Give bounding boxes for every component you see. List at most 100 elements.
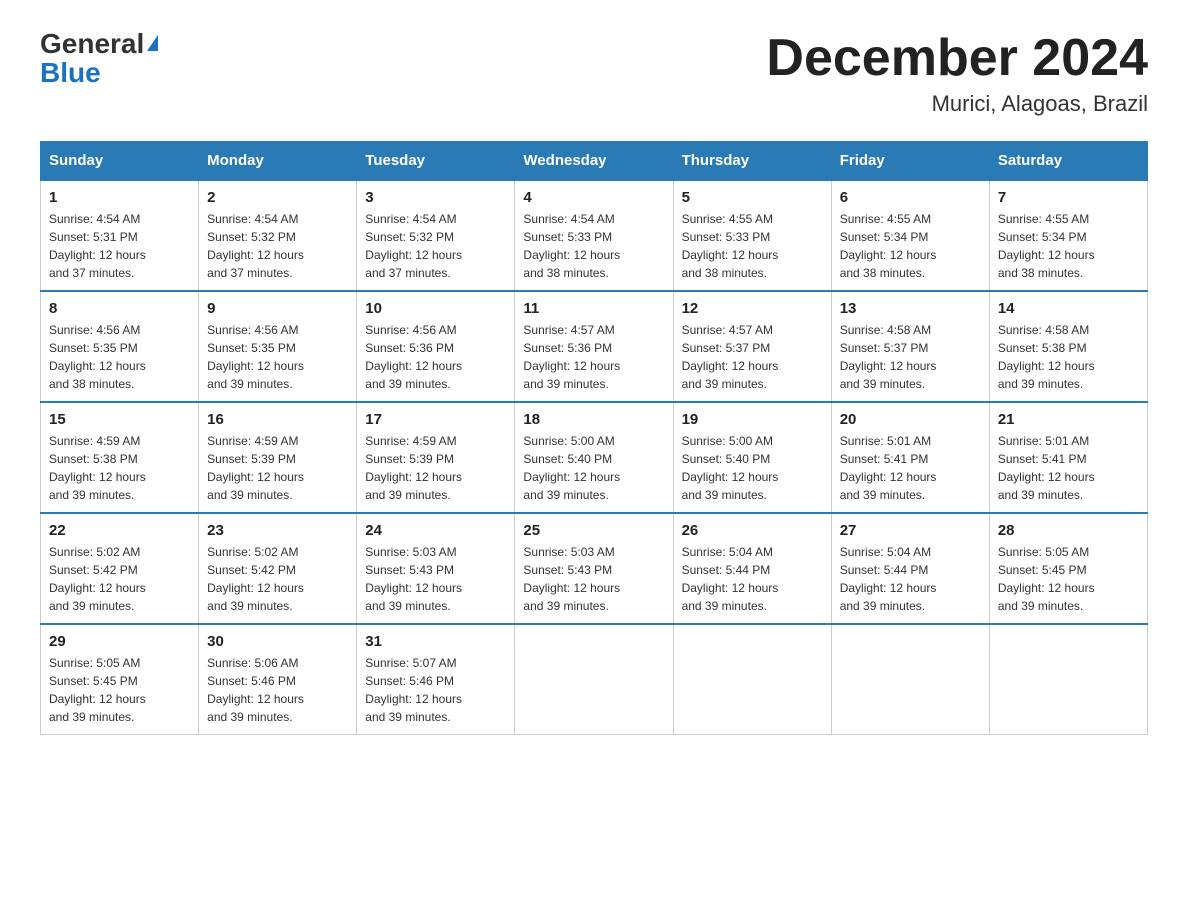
- day-info: Sunrise: 4:58 AM Sunset: 5:37 PM Dayligh…: [840, 321, 981, 393]
- day-number: 26: [682, 522, 823, 539]
- day-number: 4: [523, 189, 664, 206]
- table-row: 1 Sunrise: 4:54 AM Sunset: 5:31 PM Dayli…: [41, 180, 199, 291]
- day-info: Sunrise: 5:05 AM Sunset: 5:45 PM Dayligh…: [998, 543, 1139, 615]
- table-row: 5 Sunrise: 4:55 AM Sunset: 5:33 PM Dayli…: [673, 180, 831, 291]
- table-row: 27 Sunrise: 5:04 AM Sunset: 5:44 PM Dayl…: [831, 513, 989, 624]
- day-number: 27: [840, 522, 981, 539]
- table-row: 28 Sunrise: 5:05 AM Sunset: 5:45 PM Dayl…: [989, 513, 1147, 624]
- calendar-week-row: 22 Sunrise: 5:02 AM Sunset: 5:42 PM Dayl…: [41, 513, 1148, 624]
- header-monday: Monday: [199, 142, 357, 181]
- day-info: Sunrise: 4:58 AM Sunset: 5:38 PM Dayligh…: [998, 321, 1139, 393]
- calendar-week-row: 15 Sunrise: 4:59 AM Sunset: 5:38 PM Dayl…: [41, 402, 1148, 513]
- header-wednesday: Wednesday: [515, 142, 673, 181]
- calendar-subtitle: Murici, Alagoas, Brazil: [766, 91, 1148, 117]
- header-thursday: Thursday: [673, 142, 831, 181]
- table-row: 20 Sunrise: 5:01 AM Sunset: 5:41 PM Dayl…: [831, 402, 989, 513]
- calendar-header-row: Sunday Monday Tuesday Wednesday Thursday…: [41, 142, 1148, 181]
- day-info: Sunrise: 5:00 AM Sunset: 5:40 PM Dayligh…: [682, 432, 823, 504]
- table-row: 3 Sunrise: 4:54 AM Sunset: 5:32 PM Dayli…: [357, 180, 515, 291]
- day-info: Sunrise: 4:55 AM Sunset: 5:33 PM Dayligh…: [682, 210, 823, 282]
- day-info: Sunrise: 5:01 AM Sunset: 5:41 PM Dayligh…: [998, 432, 1139, 504]
- day-info: Sunrise: 5:00 AM Sunset: 5:40 PM Dayligh…: [523, 432, 664, 504]
- table-row: 23 Sunrise: 5:02 AM Sunset: 5:42 PM Dayl…: [199, 513, 357, 624]
- day-number: 7: [998, 189, 1139, 206]
- day-number: 10: [365, 300, 506, 317]
- table-row: 31 Sunrise: 5:07 AM Sunset: 5:46 PM Dayl…: [357, 624, 515, 735]
- calendar-table: Sunday Monday Tuesday Wednesday Thursday…: [40, 141, 1148, 735]
- day-info: Sunrise: 4:57 AM Sunset: 5:36 PM Dayligh…: [523, 321, 664, 393]
- calendar-week-row: 1 Sunrise: 4:54 AM Sunset: 5:31 PM Dayli…: [41, 180, 1148, 291]
- header-tuesday: Tuesday: [357, 142, 515, 181]
- day-number: 29: [49, 633, 190, 650]
- day-info: Sunrise: 5:01 AM Sunset: 5:41 PM Dayligh…: [840, 432, 981, 504]
- day-number: 22: [49, 522, 190, 539]
- day-number: 3: [365, 189, 506, 206]
- table-row: 8 Sunrise: 4:56 AM Sunset: 5:35 PM Dayli…: [41, 291, 199, 402]
- logo: General Blue: [40, 30, 158, 89]
- day-number: 20: [840, 411, 981, 428]
- logo-blue: Blue: [40, 57, 101, 88]
- day-number: 23: [207, 522, 348, 539]
- day-number: 11: [523, 300, 664, 317]
- day-info: Sunrise: 5:06 AM Sunset: 5:46 PM Dayligh…: [207, 654, 348, 726]
- table-row: 9 Sunrise: 4:56 AM Sunset: 5:35 PM Dayli…: [199, 291, 357, 402]
- day-info: Sunrise: 4:59 AM Sunset: 5:39 PM Dayligh…: [207, 432, 348, 504]
- day-info: Sunrise: 4:57 AM Sunset: 5:37 PM Dayligh…: [682, 321, 823, 393]
- table-row: 21 Sunrise: 5:01 AM Sunset: 5:41 PM Dayl…: [989, 402, 1147, 513]
- day-info: Sunrise: 4:54 AM Sunset: 5:32 PM Dayligh…: [207, 210, 348, 282]
- day-info: Sunrise: 5:02 AM Sunset: 5:42 PM Dayligh…: [207, 543, 348, 615]
- table-row: 29 Sunrise: 5:05 AM Sunset: 5:45 PM Dayl…: [41, 624, 199, 735]
- header-sunday: Sunday: [41, 142, 199, 181]
- day-number: 1: [49, 189, 190, 206]
- table-row: 7 Sunrise: 4:55 AM Sunset: 5:34 PM Dayli…: [989, 180, 1147, 291]
- day-number: 30: [207, 633, 348, 650]
- title-section: December 2024 Murici, Alagoas, Brazil: [766, 30, 1148, 117]
- day-info: Sunrise: 4:56 AM Sunset: 5:35 PM Dayligh…: [49, 321, 190, 393]
- day-number: 16: [207, 411, 348, 428]
- day-number: 18: [523, 411, 664, 428]
- day-info: Sunrise: 5:02 AM Sunset: 5:42 PM Dayligh…: [49, 543, 190, 615]
- day-number: 19: [682, 411, 823, 428]
- table-row: 14 Sunrise: 4:58 AM Sunset: 5:38 PM Dayl…: [989, 291, 1147, 402]
- day-info: Sunrise: 5:04 AM Sunset: 5:44 PM Dayligh…: [840, 543, 981, 615]
- table-row: 10 Sunrise: 4:56 AM Sunset: 5:36 PM Dayl…: [357, 291, 515, 402]
- table-row: 6 Sunrise: 4:55 AM Sunset: 5:34 PM Dayli…: [831, 180, 989, 291]
- day-number: 8: [49, 300, 190, 317]
- logo-triangle-icon: [147, 35, 158, 51]
- calendar-title: December 2024: [766, 30, 1148, 87]
- day-info: Sunrise: 5:07 AM Sunset: 5:46 PM Dayligh…: [365, 654, 506, 726]
- day-info: Sunrise: 5:05 AM Sunset: 5:45 PM Dayligh…: [49, 654, 190, 726]
- day-number: 21: [998, 411, 1139, 428]
- table-row: 17 Sunrise: 4:59 AM Sunset: 5:39 PM Dayl…: [357, 402, 515, 513]
- day-number: 13: [840, 300, 981, 317]
- day-info: Sunrise: 4:56 AM Sunset: 5:36 PM Dayligh…: [365, 321, 506, 393]
- page-header: General Blue December 2024 Murici, Alago…: [40, 30, 1148, 117]
- day-number: 15: [49, 411, 190, 428]
- day-number: 28: [998, 522, 1139, 539]
- table-row: 18 Sunrise: 5:00 AM Sunset: 5:40 PM Dayl…: [515, 402, 673, 513]
- day-info: Sunrise: 4:54 AM Sunset: 5:31 PM Dayligh…: [49, 210, 190, 282]
- day-info: Sunrise: 4:59 AM Sunset: 5:39 PM Dayligh…: [365, 432, 506, 504]
- table-row: 13 Sunrise: 4:58 AM Sunset: 5:37 PM Dayl…: [831, 291, 989, 402]
- day-number: 24: [365, 522, 506, 539]
- day-number: 14: [998, 300, 1139, 317]
- day-info: Sunrise: 4:56 AM Sunset: 5:35 PM Dayligh…: [207, 321, 348, 393]
- table-row: [989, 624, 1147, 735]
- table-row: 24 Sunrise: 5:03 AM Sunset: 5:43 PM Dayl…: [357, 513, 515, 624]
- day-info: Sunrise: 4:55 AM Sunset: 5:34 PM Dayligh…: [840, 210, 981, 282]
- day-number: 9: [207, 300, 348, 317]
- day-info: Sunrise: 5:03 AM Sunset: 5:43 PM Dayligh…: [365, 543, 506, 615]
- day-info: Sunrise: 5:03 AM Sunset: 5:43 PM Dayligh…: [523, 543, 664, 615]
- table-row: 12 Sunrise: 4:57 AM Sunset: 5:37 PM Dayl…: [673, 291, 831, 402]
- header-saturday: Saturday: [989, 142, 1147, 181]
- table-row: 4 Sunrise: 4:54 AM Sunset: 5:33 PM Dayli…: [515, 180, 673, 291]
- header-friday: Friday: [831, 142, 989, 181]
- calendar-week-row: 29 Sunrise: 5:05 AM Sunset: 5:45 PM Dayl…: [41, 624, 1148, 735]
- day-number: 31: [365, 633, 506, 650]
- day-info: Sunrise: 4:59 AM Sunset: 5:38 PM Dayligh…: [49, 432, 190, 504]
- calendar-week-row: 8 Sunrise: 4:56 AM Sunset: 5:35 PM Dayli…: [41, 291, 1148, 402]
- table-row: 19 Sunrise: 5:00 AM Sunset: 5:40 PM Dayl…: [673, 402, 831, 513]
- table-row: [515, 624, 673, 735]
- day-info: Sunrise: 4:54 AM Sunset: 5:32 PM Dayligh…: [365, 210, 506, 282]
- day-number: 25: [523, 522, 664, 539]
